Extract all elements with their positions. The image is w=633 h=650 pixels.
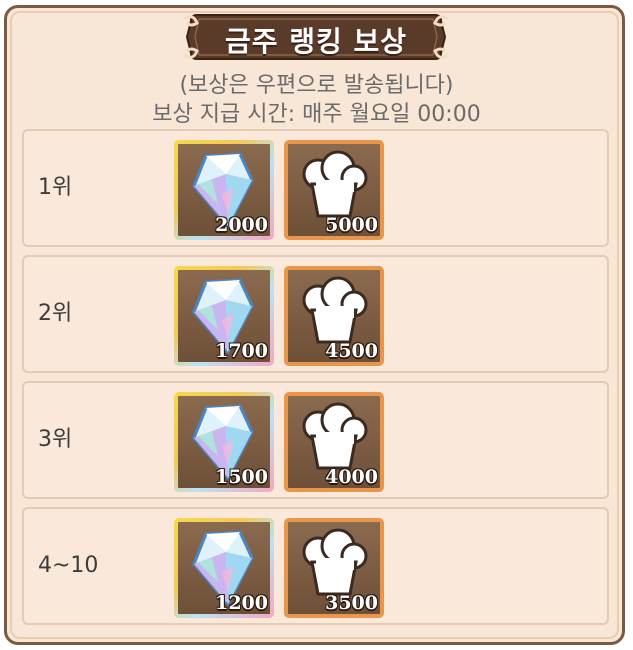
hat-count: 3500 — [325, 592, 378, 614]
gem-count: 1500 — [215, 466, 268, 488]
hat-count: 5000 — [325, 214, 378, 236]
reward-list[interactable]: 1위 2000 5000 2위 1700 4500 3위 1500 4000 4… — [16, 127, 617, 630]
rank-label: 2위 — [38, 301, 73, 326]
hat-reward-item[interactable]: 4000 — [284, 392, 384, 492]
title-banner: 금주 랭킹 보상 — [183, 11, 449, 63]
reward-row: 4~10 1200 3500 — [22, 507, 609, 625]
mail-notice: (보상은 우편으로 발송됩니다) — [179, 73, 454, 98]
hat-reward-item[interactable]: 4500 — [284, 266, 384, 366]
gem-count: 2000 — [215, 214, 268, 236]
gem-reward-item[interactable]: 1500 — [174, 392, 274, 492]
panel-title: 금주 랭킹 보상 — [224, 25, 408, 58]
hat-count: 4000 — [325, 466, 378, 488]
gem-reward-item[interactable]: 2000 — [174, 140, 274, 240]
payout-time: 보상 지급 시간: 매주 월요일 00:00 — [152, 102, 481, 127]
rank-label: 3위 — [38, 427, 73, 452]
gem-reward-item[interactable]: 1700 — [174, 266, 274, 366]
gem-count: 1200 — [215, 592, 268, 614]
reward-row: 2위 1700 4500 — [22, 255, 609, 373]
rank-label: 1위 — [38, 175, 73, 200]
gem-count: 1700 — [215, 340, 268, 362]
reward-row: 3위 1500 4000 — [22, 381, 609, 499]
gem-reward-item[interactable]: 1200 — [174, 518, 274, 618]
hat-count: 4500 — [325, 340, 378, 362]
rank-label: 4~10 — [38, 553, 99, 578]
hat-reward-item[interactable]: 5000 — [284, 140, 384, 240]
hat-reward-item[interactable]: 3500 — [284, 518, 384, 618]
reward-row: 1위 2000 5000 — [22, 129, 609, 247]
